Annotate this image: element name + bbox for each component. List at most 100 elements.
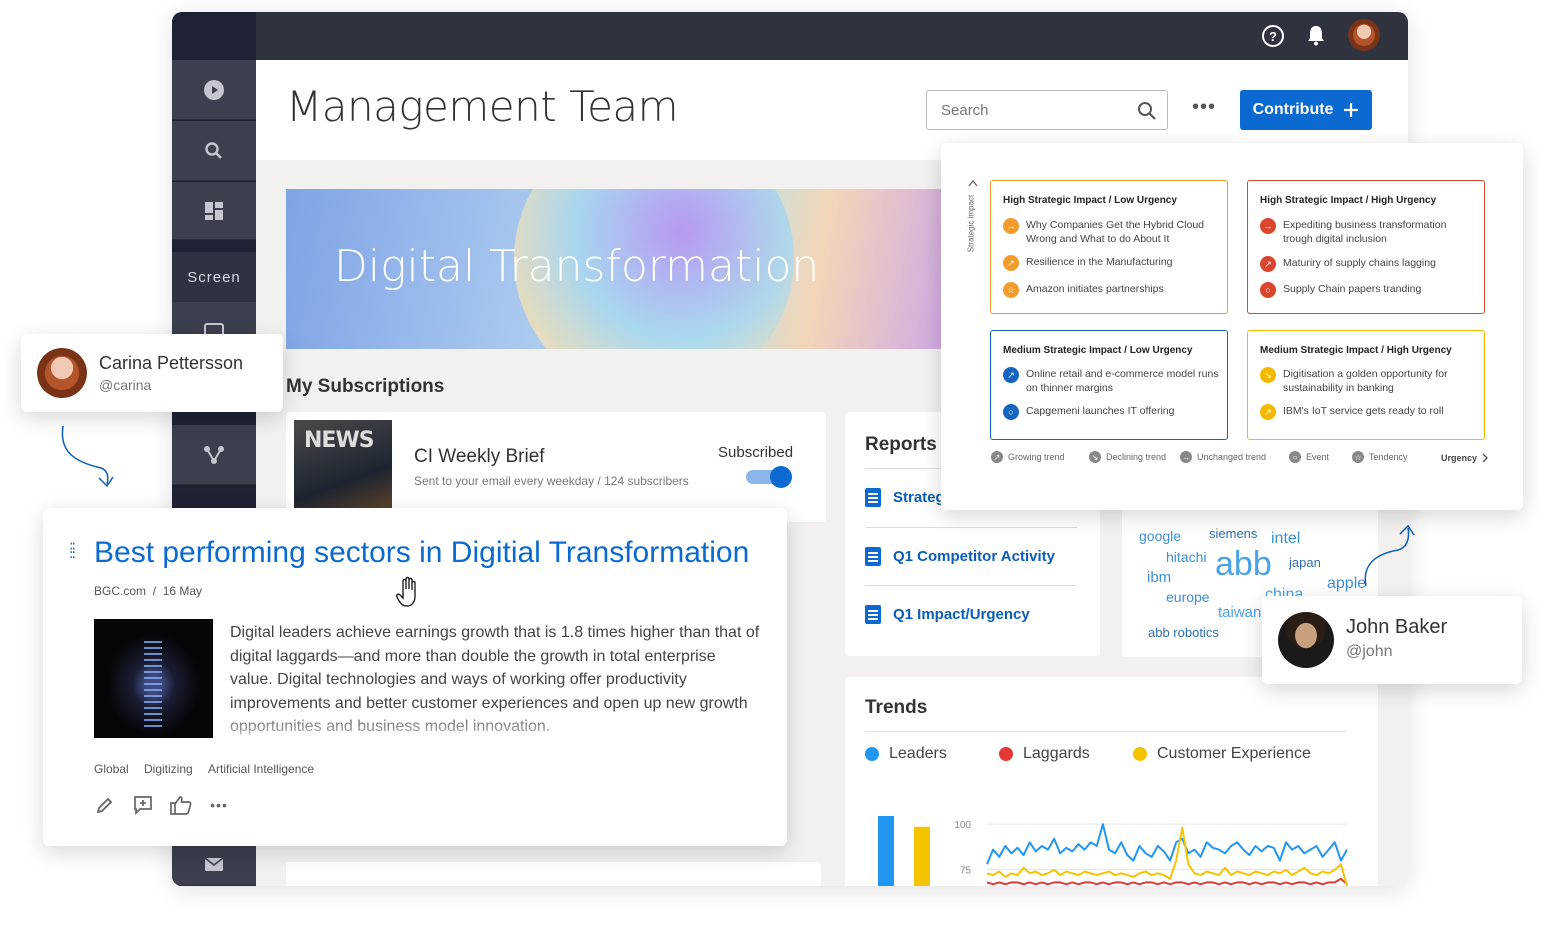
article-card[interactable]: ⁚⁚ ⁚⁚ Best performing sectors in Digitial… bbox=[43, 508, 787, 846]
quadrant-item[interactable]: ↗ Maturiry of supply chains lagging bbox=[1260, 256, 1478, 272]
search-placeholder: Search bbox=[941, 102, 989, 119]
bell-icon[interactable] bbox=[1306, 24, 1326, 46]
like-icon[interactable] bbox=[170, 794, 192, 816]
report-item[interactable]: Q1 Competitor Activity bbox=[865, 527, 1077, 585]
cloud-word[interactable]: abb robotics bbox=[1148, 625, 1219, 640]
connector-arrow-carina bbox=[61, 425, 114, 488]
quadrant-medium-low[interactable]: Medium Strategic Impact / Low Urgency ↗ O… bbox=[990, 330, 1228, 440]
unchanged-trend-icon: → bbox=[1180, 451, 1192, 463]
top-bar: ? bbox=[172, 12, 1408, 60]
cloud-word[interactable]: google bbox=[1139, 528, 1181, 544]
sidebar-screen-label[interactable]: Screen bbox=[172, 252, 256, 302]
quadrant-item[interactable]: ↗ Online retail and e-commerce model runs… bbox=[1003, 367, 1221, 395]
more-options-button[interactable]: ••• bbox=[1192, 96, 1216, 119]
quadrant-item[interactable]: ○ Capgemeni launches IT offering bbox=[1003, 404, 1221, 420]
search-input[interactable]: Search bbox=[926, 90, 1168, 130]
sidebar-network-button[interactable] bbox=[172, 425, 256, 485]
user-avatar[interactable] bbox=[1348, 19, 1380, 51]
item-text: Supply Chain papers tranding bbox=[1283, 283, 1422, 295]
edit-icon[interactable] bbox=[94, 794, 116, 816]
legend-label: Unchanged trend bbox=[1197, 452, 1267, 462]
quadrant-item[interactable]: ○ Supply Chain papers tranding bbox=[1260, 282, 1478, 298]
user-card-john[interactable]: John Baker @john bbox=[1262, 596, 1522, 684]
search-icon bbox=[1138, 102, 1156, 120]
cloud-word[interactable]: japan bbox=[1289, 555, 1321, 570]
subscription-name[interactable]: CI Weekly Brief bbox=[414, 446, 545, 468]
user-name: John Baker bbox=[1346, 616, 1448, 638]
cloud-word[interactable]: abb bbox=[1215, 545, 1272, 584]
quadrant-item[interactable]: → Expediting business transformation trou… bbox=[1260, 218, 1478, 246]
chevron-right-icon bbox=[1482, 453, 1488, 463]
avatar bbox=[37, 348, 87, 398]
report-item-label: Strateg bbox=[893, 489, 945, 506]
contribute-button[interactable]: Contribute bbox=[1240, 90, 1372, 130]
subscription-toggle[interactable] bbox=[746, 466, 792, 488]
user-handle: @carina bbox=[99, 377, 152, 393]
hand-cursor-icon bbox=[396, 576, 416, 607]
quadrant-item[interactable]: ↗ Resilience in the Manufacturing bbox=[1003, 255, 1221, 271]
drag-handle-icon[interactable]: ⁚⁚ ⁚⁚ bbox=[69, 541, 76, 560]
cloud-word[interactable]: europe bbox=[1166, 589, 1210, 605]
strategic-matrix-card[interactable]: Strategic impact High Strategic Impact /… bbox=[941, 143, 1523, 510]
item-text: Why Companies Get the Hybrid Cloud Wrong… bbox=[1026, 219, 1204, 245]
quadrant-item[interactable]: ↘ Digitisation a golden opportunity for s… bbox=[1260, 367, 1478, 395]
cloud-word[interactable]: taiwan bbox=[1218, 604, 1261, 621]
help-icon[interactable]: ? bbox=[1262, 25, 1284, 47]
item-text: IBM's IoT service gets ready to roll bbox=[1283, 405, 1444, 417]
sidebar-mail-button[interactable] bbox=[172, 842, 256, 886]
hero-banner[interactable]: Digital Transformation bbox=[286, 189, 986, 349]
article-tag[interactable]: Artificial Intelligence bbox=[208, 762, 314, 776]
sidebar-search-button[interactable] bbox=[172, 121, 256, 181]
circle-icon: ○ bbox=[1260, 282, 1276, 298]
bar[interactable] bbox=[914, 826, 930, 886]
article-date: 16 May bbox=[162, 584, 203, 598]
add-comment-icon[interactable] bbox=[132, 794, 154, 816]
series-line[interactable] bbox=[986, 823, 1348, 865]
article-tag[interactable]: Digitizing bbox=[144, 762, 193, 776]
sidebar-play-button[interactable] bbox=[172, 60, 256, 120]
arrow-up-right-icon: ↗ bbox=[1260, 404, 1276, 420]
quadrant-high-low[interactable]: High Strategic Impact / Low Urgency → Why… bbox=[990, 180, 1228, 314]
cloud-word[interactable]: siemens bbox=[1209, 526, 1257, 541]
dashboard-icon bbox=[205, 201, 223, 220]
more-icon[interactable]: ••• bbox=[208, 794, 230, 816]
quadrant-high-high[interactable]: High Strategic Impact / High Urgency → Ex… bbox=[1247, 180, 1485, 314]
item-text: Maturiry of supply chains lagging bbox=[1283, 257, 1436, 269]
document-icon bbox=[865, 605, 881, 624]
reports-title: Reports bbox=[865, 434, 937, 455]
legend-item-leaders[interactable]: Leaders bbox=[865, 745, 947, 763]
event-icon: ○ bbox=[1289, 451, 1301, 463]
cloud-word[interactable]: intel bbox=[1271, 530, 1300, 548]
article-title[interactable]: Best performing sectors in Digitial Tran… bbox=[94, 536, 749, 570]
subscription-meta: Sent to your email every weekday / 124 s… bbox=[414, 474, 689, 488]
quadrant-item[interactable]: → Why Companies Get the Hybrid Cloud Wron… bbox=[1003, 218, 1221, 246]
report-item[interactable]: Q1 Impact/Urgency bbox=[865, 585, 1077, 643]
next-card bbox=[286, 862, 821, 886]
quadrant-item[interactable]: ↗ IBM's IoT service gets ready to roll bbox=[1260, 404, 1478, 420]
quadrant-item[interactable]: ☆ Amazon initiates partnerships bbox=[1003, 282, 1221, 298]
item-text: Capgemeni launches IT offering bbox=[1026, 405, 1175, 417]
legend-growing-trend: ↗ Growing trend bbox=[991, 451, 1065, 463]
item-text: Amazon initiates partnerships bbox=[1026, 283, 1164, 295]
quadrant-title: High Strategic Impact / Low Urgency bbox=[1003, 195, 1177, 206]
y-tick-label: 75 bbox=[960, 866, 972, 877]
bar[interactable] bbox=[878, 816, 894, 886]
tendency-icon: ☆ bbox=[1352, 451, 1364, 463]
article-tag[interactable]: Global bbox=[94, 762, 129, 776]
legend-unchanged-trend: → Unchanged trend bbox=[1180, 451, 1266, 463]
user-card-carina[interactable]: Carina Pettersson @carina bbox=[21, 334, 283, 412]
legend-item-customer-experience[interactable]: Customer Experience bbox=[1133, 745, 1311, 763]
cloud-word[interactable]: ibm bbox=[1147, 569, 1171, 586]
subscription-card[interactable]: NEWS CI Weekly Brief Sent to your email … bbox=[286, 412, 826, 522]
arrow-up-right-icon: ↗ bbox=[1003, 367, 1019, 383]
body-fade bbox=[230, 710, 760, 746]
series-line[interactable] bbox=[986, 877, 1348, 886]
quadrant-title: Medium Strategic Impact / High Urgency bbox=[1260, 345, 1452, 356]
declining-trend-icon: ↘ bbox=[1089, 451, 1101, 463]
article-image bbox=[94, 619, 213, 738]
cloud-word[interactable]: hitachi bbox=[1166, 549, 1206, 565]
sidebar-dashboard-button[interactable] bbox=[172, 182, 256, 240]
legend-label: Leaders bbox=[889, 745, 947, 762]
quadrant-medium-high[interactable]: Medium Strategic Impact / High Urgency ↘… bbox=[1247, 330, 1485, 440]
legend-item-laggards[interactable]: Laggards bbox=[999, 745, 1090, 763]
